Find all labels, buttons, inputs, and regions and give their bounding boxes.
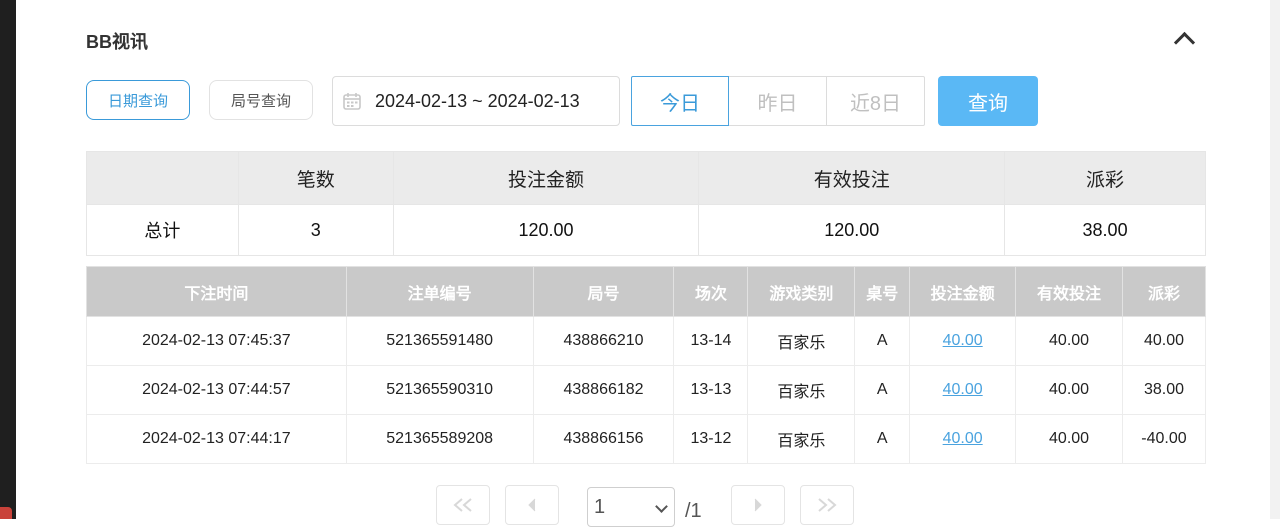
table-row: 2024-02-13 07:44:57 521365590310 4388661… bbox=[86, 365, 1207, 415]
chevron-left-icon bbox=[528, 498, 536, 512]
double-chevron-left-icon bbox=[453, 498, 472, 512]
bet-amount-link[interactable]: 40.00 bbox=[943, 332, 983, 349]
chevron-up-icon bbox=[1173, 31, 1195, 53]
section-title: BB视讯 bbox=[86, 32, 148, 52]
summary-header-payout: 派彩 bbox=[1004, 151, 1206, 205]
table-no-cell: A bbox=[854, 365, 911, 415]
game-type-cell: 百家乐 bbox=[747, 414, 856, 464]
yesterday-button[interactable]: 昨日 bbox=[729, 76, 827, 126]
table-no-cell: A bbox=[854, 414, 911, 464]
bet-time-cell: 2024-02-13 07:44:57 bbox=[86, 365, 347, 415]
session-cell: 13-14 bbox=[673, 316, 749, 366]
bet-amount-cell: 40.00 bbox=[909, 414, 1017, 464]
valid-bet-cell: 40.00 bbox=[1015, 365, 1123, 415]
last-page-button[interactable] bbox=[800, 485, 854, 525]
bet-detail-table: 下注时间 注单编号 局号 场次 游戏类别 桌号 投注金额 有效投注 派彩 202… bbox=[86, 266, 1207, 464]
left-panel-edge bbox=[0, 0, 16, 519]
quick-date-group: 今日 昨日 近8日 bbox=[631, 76, 925, 126]
summary-header-valid-bet: 有效投注 bbox=[698, 151, 1006, 205]
page-select[interactable]: 1 bbox=[587, 487, 675, 527]
query-button[interactable]: 查询 bbox=[938, 76, 1038, 126]
round-query-tab[interactable]: 局号查询 bbox=[209, 80, 313, 120]
header-bet-amount: 投注金额 bbox=[909, 266, 1017, 317]
summary-total-valid-bet: 120.00 bbox=[698, 204, 1006, 256]
detail-header-row: 下注时间 注单编号 局号 场次 游戏类别 桌号 投注金额 有效投注 派彩 bbox=[86, 266, 1207, 317]
scrollbar-track[interactable] bbox=[1270, 0, 1280, 519]
today-button[interactable]: 今日 bbox=[631, 76, 729, 126]
bet-amount-cell: 40.00 bbox=[909, 316, 1017, 366]
session-cell: 13-13 bbox=[673, 365, 749, 415]
date-range-picker[interactable]: 2024-02-13 ~ 2024-02-13 bbox=[332, 76, 620, 126]
bet-id-cell: 521365591480 bbox=[345, 316, 534, 366]
bet-amount-cell: 40.00 bbox=[909, 365, 1017, 415]
table-row: 2024-02-13 07:44:17 521365589208 4388661… bbox=[86, 414, 1207, 464]
header-session: 场次 bbox=[673, 266, 749, 317]
payout-cell: 38.00 bbox=[1121, 365, 1207, 415]
collapse-button[interactable] bbox=[1170, 26, 1198, 53]
table-row: 2024-02-13 07:45:37 521365591480 4388662… bbox=[86, 316, 1207, 366]
date-query-tab[interactable]: 日期查询 bbox=[86, 80, 190, 120]
summary-header-row: 笔数 投注金额 有效投注 派彩 bbox=[86, 151, 1206, 205]
summary-total-label: 总计 bbox=[86, 204, 239, 256]
double-chevron-right-icon bbox=[818, 498, 837, 512]
payout-cell: -40.00 bbox=[1121, 414, 1207, 464]
summary-header-blank bbox=[86, 151, 239, 205]
round-id-cell: 438866156 bbox=[532, 414, 675, 464]
summary-header-count: 笔数 bbox=[237, 151, 394, 205]
bet-time-cell: 2024-02-13 07:44:17 bbox=[86, 414, 347, 464]
chevron-right-icon bbox=[754, 498, 762, 512]
prev-page-button[interactable] bbox=[505, 485, 559, 525]
bet-amount-link[interactable]: 40.00 bbox=[943, 430, 983, 447]
last-8-days-button[interactable]: 近8日 bbox=[827, 76, 925, 126]
calendar-icon bbox=[343, 92, 361, 110]
header-payout: 派彩 bbox=[1121, 266, 1207, 317]
header-valid-bet: 有效投注 bbox=[1015, 266, 1123, 317]
page-total: /1 bbox=[685, 500, 702, 522]
round-id-cell: 438866210 bbox=[532, 316, 675, 366]
game-type-cell: 百家乐 bbox=[747, 365, 856, 415]
header-round-id: 局号 bbox=[532, 266, 675, 317]
summary-total-payout: 38.00 bbox=[1004, 204, 1206, 256]
corner-app-icon bbox=[0, 507, 12, 519]
date-range-value: 2024-02-13 ~ 2024-02-13 bbox=[375, 90, 580, 111]
chevron-down-icon bbox=[655, 500, 668, 513]
bet-amount-link[interactable]: 40.00 bbox=[943, 381, 983, 398]
summary-total-row: 总计 3 120.00 120.00 38.00 bbox=[86, 204, 1206, 256]
bet-time-cell: 2024-02-13 07:45:37 bbox=[86, 316, 347, 366]
summary-header-bet-amount: 投注金额 bbox=[392, 151, 700, 205]
summary-total-bet-amount: 120.00 bbox=[392, 204, 700, 256]
header-table-no: 桌号 bbox=[854, 266, 911, 317]
table-no-cell: A bbox=[854, 316, 911, 366]
header-bet-id: 注单编号 bbox=[345, 266, 534, 317]
next-page-button[interactable] bbox=[731, 485, 785, 525]
header-game-type: 游戏类别 bbox=[747, 266, 856, 317]
game-type-cell: 百家乐 bbox=[747, 316, 856, 366]
valid-bet-cell: 40.00 bbox=[1015, 414, 1123, 464]
session-cell: 13-12 bbox=[673, 414, 749, 464]
bet-id-cell: 521365590310 bbox=[345, 365, 534, 415]
payout-cell: 40.00 bbox=[1121, 316, 1207, 366]
first-page-button[interactable] bbox=[436, 485, 490, 525]
summary-table: 笔数 投注金额 有效投注 派彩 总计 3 120.00 120.00 38.00 bbox=[86, 151, 1206, 256]
round-id-cell: 438866182 bbox=[532, 365, 675, 415]
summary-total-count: 3 bbox=[237, 204, 394, 256]
page-select-value: 1 bbox=[594, 495, 606, 518]
valid-bet-cell: 40.00 bbox=[1015, 316, 1123, 366]
header-bet-time: 下注时间 bbox=[86, 266, 347, 317]
bet-id-cell: 521365589208 bbox=[345, 414, 534, 464]
